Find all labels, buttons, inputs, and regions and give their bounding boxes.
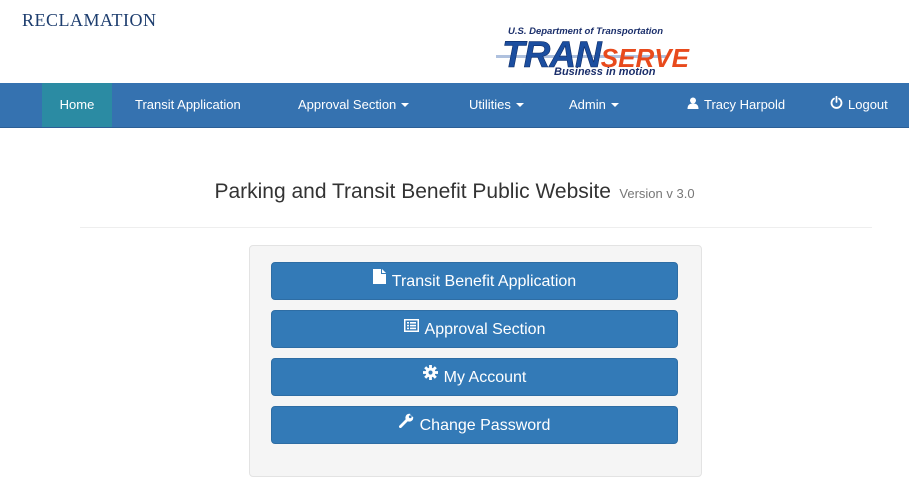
page-title: Parking and Transit Benefit Public Websi… bbox=[214, 180, 611, 203]
transit-benefit-application-button[interactable]: Transit Benefit Application bbox=[271, 262, 678, 300]
nav-home-label: Home bbox=[59, 97, 95, 112]
list-alt-icon bbox=[403, 309, 419, 347]
wrench-icon bbox=[398, 405, 414, 443]
nav-user-label: Tracy Harpold bbox=[704, 97, 786, 112]
version-label: Version v 3.0 bbox=[619, 186, 695, 201]
change-password-label: Change Password bbox=[419, 417, 551, 435]
my-account-label: My Account bbox=[443, 369, 527, 387]
nav-logout-label: Logout bbox=[848, 97, 888, 112]
site-header: RECLAMATION U.S. Department of Transport… bbox=[0, 0, 909, 83]
user-icon bbox=[687, 83, 699, 127]
transit-benefit-application-label: Transit Benefit Application bbox=[391, 273, 577, 291]
nav-approval-section-label: Approval Section bbox=[298, 97, 397, 112]
approval-section-label: Approval Section bbox=[424, 321, 546, 339]
power-icon bbox=[830, 83, 843, 127]
nav-transit-application[interactable]: Transit Application bbox=[135, 83, 241, 127]
my-account-button[interactable]: My Account bbox=[271, 358, 678, 396]
caret-down-icon bbox=[401, 102, 410, 107]
nav-utilities-label: Utilities bbox=[469, 97, 511, 112]
nav-approval-section[interactable]: Approval Section bbox=[298, 83, 410, 127]
page-heading: Parking and Transit Benefit Public Websi… bbox=[0, 180, 909, 204]
transerve-logo[interactable]: U.S. Department of Transportation TRANSE… bbox=[492, 23, 742, 81]
org-logo-text: RECLAMATION bbox=[22, 10, 157, 30]
file-icon bbox=[372, 261, 386, 299]
nav-transit-application-label: Transit Application bbox=[135, 97, 241, 112]
brand-tagline: Business in motion bbox=[554, 66, 656, 78]
nav-admin-label: Admin bbox=[569, 97, 606, 112]
heading-divider bbox=[80, 227, 872, 228]
approval-section-button[interactable]: Approval Section bbox=[271, 310, 678, 348]
nav-user-profile[interactable]: Tracy Harpold bbox=[687, 83, 785, 127]
nav-home[interactable]: Home bbox=[42, 83, 112, 127]
nav-admin[interactable]: Admin bbox=[569, 83, 619, 127]
gear-icon bbox=[422, 357, 438, 395]
caret-down-icon bbox=[515, 102, 524, 107]
caret-down-icon bbox=[610, 102, 619, 107]
nav-logout[interactable]: Logout bbox=[830, 83, 888, 127]
main-navbar: Home Transit Application Approval Sectio… bbox=[0, 83, 909, 128]
change-password-button[interactable]: Change Password bbox=[271, 406, 678, 444]
nav-utilities[interactable]: Utilities bbox=[469, 83, 524, 127]
